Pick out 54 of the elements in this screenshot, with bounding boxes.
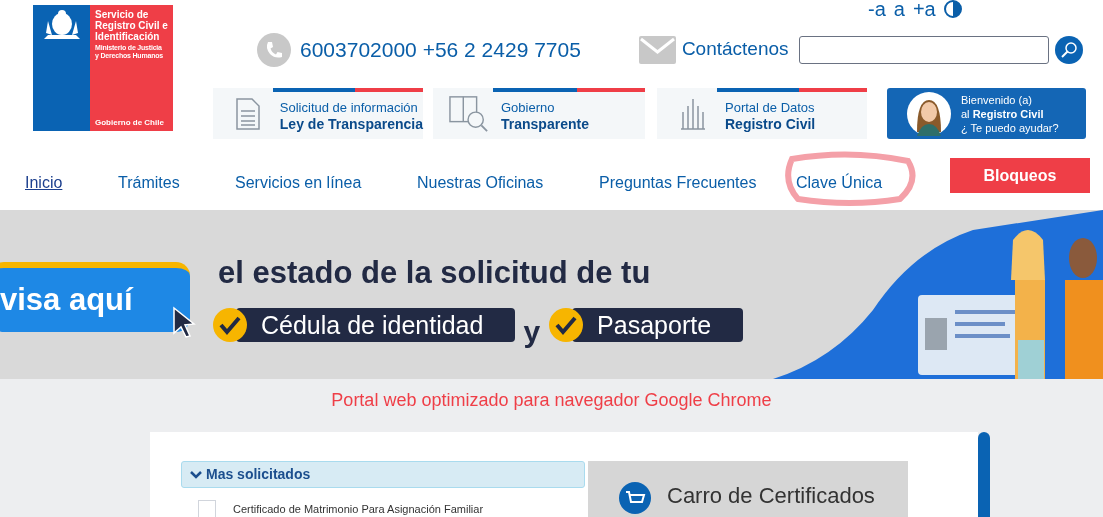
contrast-icon[interactable] [943,0,962,18]
card-subtitle: Portal de Datos [725,98,816,116]
phone-number[interactable]: 6003702000 +56 2 2429 7705 [300,33,581,66]
logo-footer: Gobierno de Chile [95,119,168,127]
assistant-text: al Registro Civil [961,106,1044,121]
section-header[interactable]: Mas solicitados [181,461,585,488]
mail-icon [638,35,676,64]
folder-magnifier-icon [449,93,489,134]
scrollbar-thumb[interactable] [978,432,990,517]
search-button[interactable] [1054,35,1083,64]
document-icon [236,97,261,130]
search-field[interactable] [798,35,1049,64]
nav-link[interactable]: Inicio [25,171,63,195]
cursor-icon [172,306,198,338]
bar-chart-icon [679,97,707,130]
assistant-button[interactable]: Bienvenido (a) al Registro Civil ¿ Te puedo ayudar? [887,88,1086,139]
avatar-icon [907,91,951,136]
block-button[interactable]: Bloqueos [950,158,1090,193]
browser-notice: Portal web optimizado para navegador Google Chrome [331,389,772,412]
banner-option: Pasaporte [572,307,744,342]
logo-title: Servicio de [95,9,150,20]
logo-title: Identificación [95,31,161,42]
quick-link-card[interactable]: Portal de Datos Registro Civil [657,88,867,139]
phone-icon [257,32,291,67]
checkbox[interactable] [198,500,216,517]
card-title: Ley de Transparencia [279,115,423,133]
search-icon [1059,40,1078,59]
nav-link[interactable]: Servicios en línea [235,171,362,195]
cart-title: Carro de Certificados [667,482,875,510]
card-title: Transparente [501,115,589,133]
nav-link[interactable]: Trámites [118,171,180,195]
banner-headline: el estado de la solicitud de tu [218,254,651,292]
nav-link[interactable]: Nuestras Oficinas [417,171,544,195]
banner-option: Cédula de identidad [236,307,516,342]
font-size-button[interactable]: a [893,0,905,18]
banner[interactable]: visa aquí el estado de la solicitud de tu Cédula de identidad y Pasaporte [0,210,1103,379]
banner-joiner: y [523,314,541,350]
cart-icon[interactable] [619,482,651,514]
nav-link[interactable]: Preguntas Frecuentes [599,171,757,195]
nav-link[interactable]: Clave Única [796,171,883,195]
chevron-down-icon [190,470,202,479]
contact-link[interactable]: Contáctenos [681,35,789,64]
assistant-text: Bienvenido (a) [961,92,1032,107]
card-subtitle: Gobierno [501,98,556,116]
card-title: Registro Civil [725,115,816,133]
card-subtitle: Solicitud de información [279,98,419,116]
font-size-button[interactable]: +a [912,0,936,18]
assistant-text: ¿ Te puedo ayudar? [961,120,1059,135]
font-size-button[interactable]: -a [868,0,886,18]
quick-link-card[interactable]: Gobierno Transparente [433,88,645,139]
item-label[interactable]: Certificado de Matrimonio Para Asignación Familiar [233,500,484,517]
quick-link-card[interactable]: Solicitud de información Ley de Transparencia [213,88,423,139]
banner-button[interactable]: visa aquí [0,262,190,332]
logo-title: Registro Civil e [95,20,168,31]
